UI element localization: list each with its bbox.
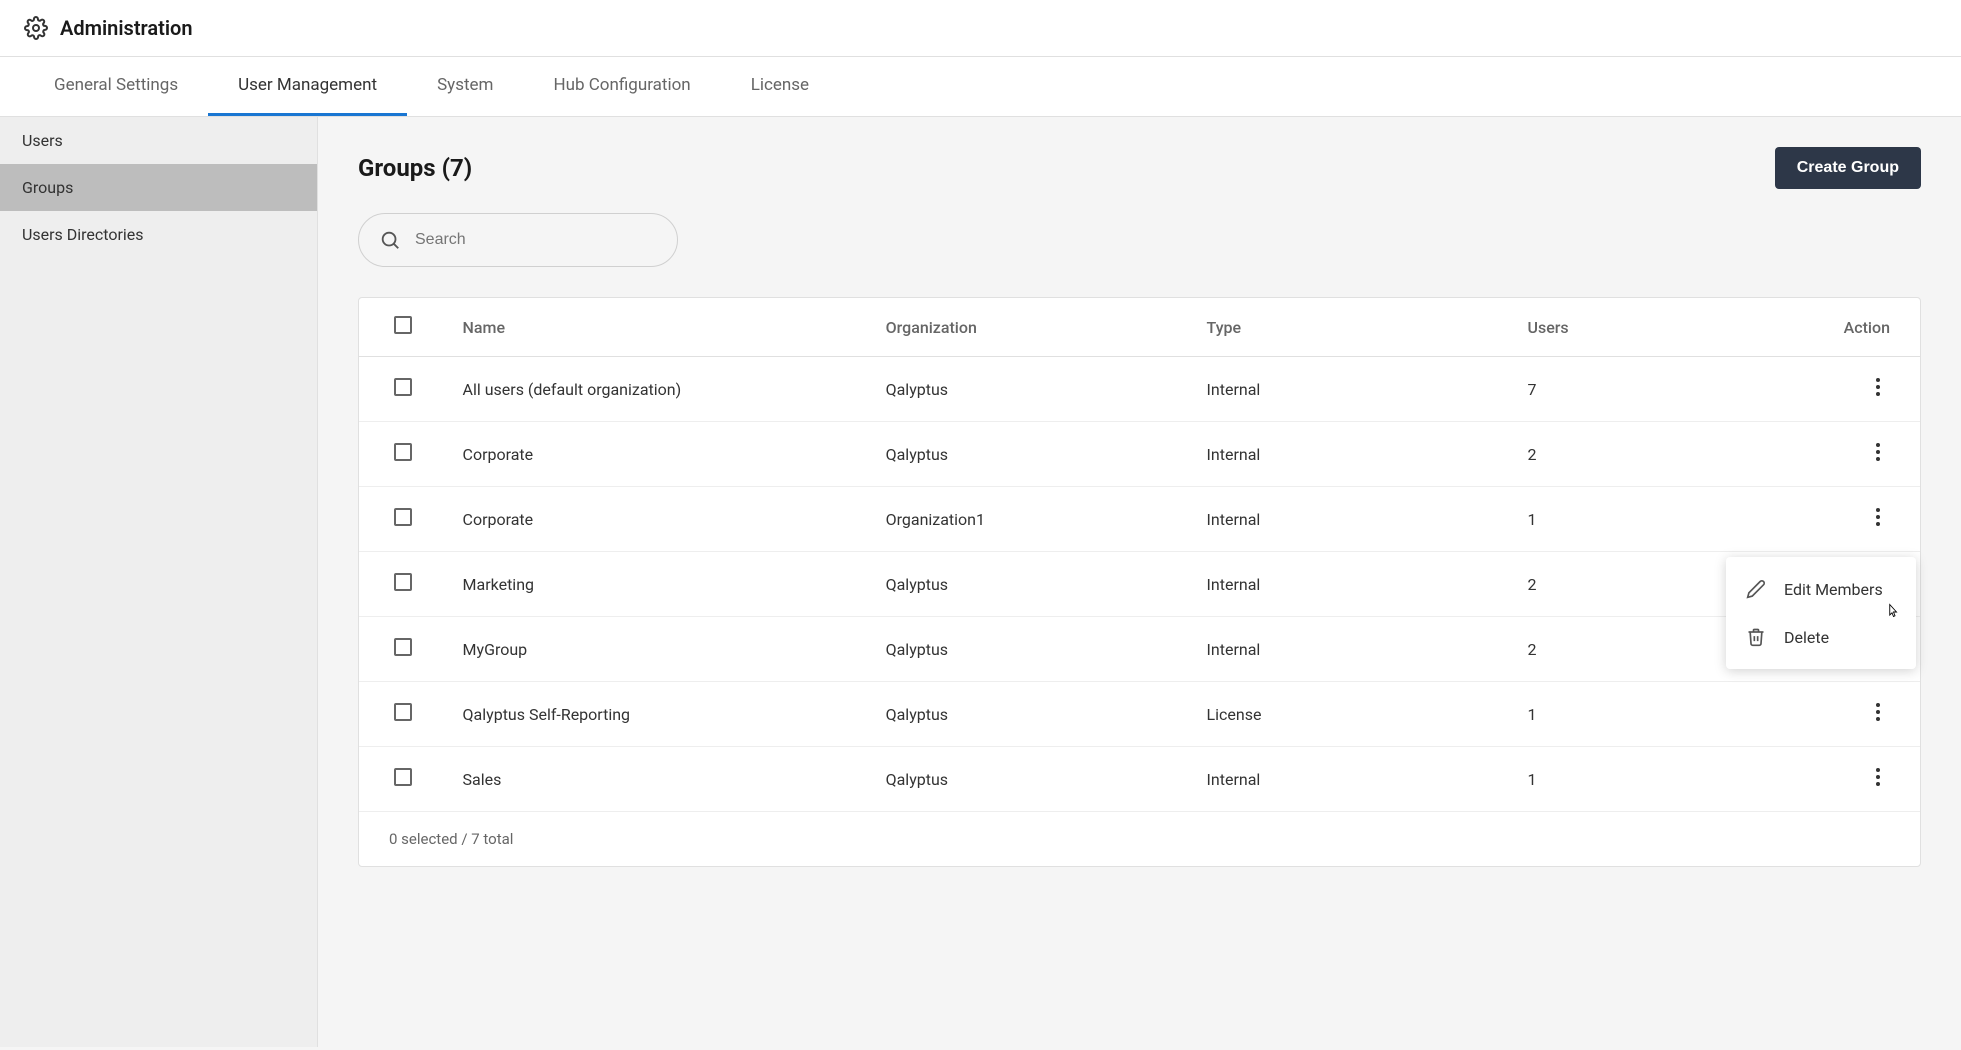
row-checkbox[interactable] <box>394 443 412 461</box>
table-header-row: Name Organization Type Users Action <box>359 298 1920 357</box>
cell-organization: Qalyptus <box>870 357 1191 422</box>
menu-item-label: Delete <box>1784 628 1829 647</box>
header-users[interactable]: Users <box>1512 298 1775 357</box>
row-checkbox[interactable] <box>394 768 412 786</box>
table-row: All users (default organization)Qalyptus… <box>359 357 1920 422</box>
cell-type: Internal <box>1191 747 1512 812</box>
sidebar-item-users-directories[interactable]: Users Directories <box>0 211 317 258</box>
cell-users: 7 <box>1512 357 1775 422</box>
cell-action <box>1774 487 1920 552</box>
create-group-button[interactable]: Create Group <box>1775 147 1921 189</box>
cell-organization: Qalyptus <box>870 617 1191 682</box>
trash-icon <box>1746 627 1766 647</box>
tab-hub-configuration[interactable]: Hub Configuration <box>523 57 720 116</box>
page-title: Groups (7) <box>358 154 472 182</box>
page-title-bar: Groups (7) Create Group <box>358 147 1921 189</box>
cell-users: 1 <box>1512 487 1775 552</box>
gear-icon <box>24 16 48 40</box>
cell-type: Internal <box>1191 422 1512 487</box>
table-row: MarketingQalyptusInternal2 <box>359 552 1920 617</box>
page-header: Administration <box>0 0 1961 57</box>
table-row: MyGroupQalyptusInternal2 <box>359 617 1920 682</box>
sidebar-item-users[interactable]: Users <box>0 117 317 164</box>
cell-action <box>1774 747 1920 812</box>
header-name[interactable]: Name <box>447 298 870 357</box>
table-row: Qalyptus Self-ReportingQalyptusLicense1 <box>359 682 1920 747</box>
row-checkbox-cell <box>359 552 447 617</box>
row-checkbox[interactable] <box>394 638 412 656</box>
header-organization[interactable]: Organization <box>870 298 1191 357</box>
cell-name: Corporate <box>447 422 870 487</box>
search-icon <box>379 229 401 251</box>
groups-table: Name Organization Type Users Action All … <box>359 298 1920 812</box>
row-checkbox-cell <box>359 617 447 682</box>
cell-users: 2 <box>1512 422 1775 487</box>
cell-action <box>1774 357 1920 422</box>
cell-name: Corporate <box>447 487 870 552</box>
search-input[interactable] <box>415 231 657 249</box>
cell-name: Marketing <box>447 552 870 617</box>
table-row: CorporateQalyptusInternal2 <box>359 422 1920 487</box>
cell-organization: Qalyptus <box>870 682 1191 747</box>
cell-type: Internal <box>1191 552 1512 617</box>
cell-name: Qalyptus Self-Reporting <box>447 682 870 747</box>
row-action-menu: Edit Members Delete <box>1726 557 1916 669</box>
cell-organization: Organization1 <box>870 487 1191 552</box>
main-content: Groups (7) Create Group <box>318 117 1961 1047</box>
header-action: Action <box>1774 298 1920 357</box>
tab-general-settings[interactable]: General Settings <box>24 57 208 116</box>
tab-license[interactable]: License <box>721 57 839 116</box>
row-checkbox-cell <box>359 487 447 552</box>
select-all-checkbox[interactable] <box>394 316 412 334</box>
header-checkbox-cell <box>359 298 447 357</box>
cell-type: Internal <box>1191 357 1512 422</box>
header-type[interactable]: Type <box>1191 298 1512 357</box>
cell-name: MyGroup <box>447 617 870 682</box>
layout: Users Groups Users Directories Groups (7… <box>0 117 1961 1047</box>
row-checkbox[interactable] <box>394 573 412 591</box>
more-vertical-icon[interactable] <box>1866 440 1890 464</box>
cell-name: All users (default organization) <box>447 357 870 422</box>
menu-item-delete[interactable]: Delete <box>1726 613 1916 661</box>
tab-user-management[interactable]: User Management <box>208 57 407 116</box>
sidebar: Users Groups Users Directories <box>0 117 318 1047</box>
more-vertical-icon[interactable] <box>1866 375 1890 399</box>
menu-item-label: Edit Members <box>1784 580 1883 599</box>
table-footer: 0 selected / 7 total <box>359 812 1920 866</box>
tab-system[interactable]: System <box>407 57 523 116</box>
cell-organization: Qalyptus <box>870 422 1191 487</box>
table-row: CorporateOrganization1Internal1 <box>359 487 1920 552</box>
more-vertical-icon[interactable] <box>1866 700 1890 724</box>
more-vertical-icon[interactable] <box>1866 765 1890 789</box>
more-vertical-icon[interactable] <box>1866 505 1890 529</box>
cell-name: Sales <box>447 747 870 812</box>
cell-action <box>1774 422 1920 487</box>
cell-action <box>1774 682 1920 747</box>
sidebar-item-groups[interactable]: Groups <box>0 164 317 211</box>
search-container[interactable] <box>358 213 678 267</box>
cell-type: Internal <box>1191 617 1512 682</box>
row-checkbox-cell <box>359 682 447 747</box>
groups-table-container: Name Organization Type Users Action All … <box>358 297 1921 867</box>
row-checkbox[interactable] <box>394 508 412 526</box>
cell-users: 1 <box>1512 682 1775 747</box>
table-row: SalesQalyptusInternal1 <box>359 747 1920 812</box>
header-title: Administration <box>60 16 193 40</box>
row-checkbox-cell <box>359 747 447 812</box>
row-checkbox-cell <box>359 422 447 487</box>
cell-organization: Qalyptus <box>870 747 1191 812</box>
tabs-container: General Settings User Management System … <box>0 57 1961 117</box>
pencil-icon <box>1746 579 1766 599</box>
row-checkbox[interactable] <box>394 703 412 721</box>
row-checkbox[interactable] <box>394 378 412 396</box>
row-checkbox-cell <box>359 357 447 422</box>
cell-users: 1 <box>1512 747 1775 812</box>
menu-item-edit-members[interactable]: Edit Members <box>1726 565 1916 613</box>
cell-type: License <box>1191 682 1512 747</box>
cell-organization: Qalyptus <box>870 552 1191 617</box>
cell-type: Internal <box>1191 487 1512 552</box>
